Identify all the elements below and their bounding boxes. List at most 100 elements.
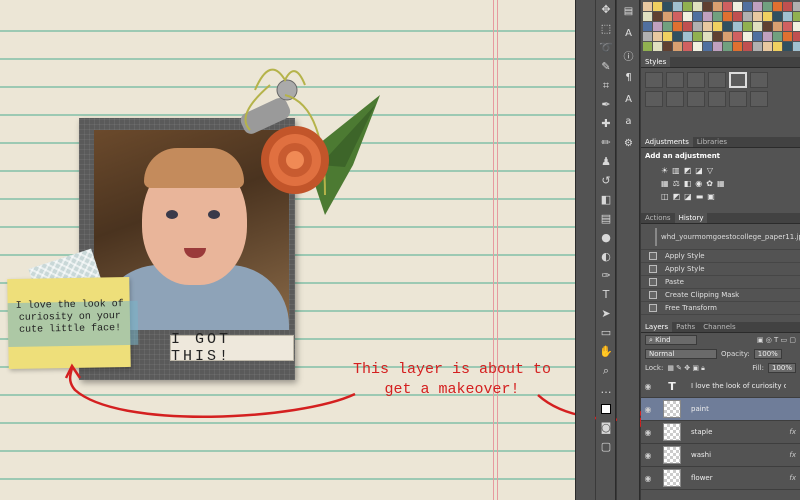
kind-filter-dropdown[interactable]: ⌕ Kind — [645, 335, 697, 345]
dodge-tool-icon[interactable]: ◐ — [596, 247, 616, 266]
color-swatch[interactable] — [683, 2, 692, 11]
color-swatch[interactable] — [663, 2, 672, 11]
selective-color-icon[interactable]: ▣ — [707, 192, 715, 201]
color-swatch[interactable] — [783, 2, 792, 11]
color-swatch[interactable] — [653, 12, 662, 21]
crop-tool-icon[interactable]: ⌗ — [596, 76, 616, 95]
history-brush-tool-icon[interactable]: ↺ — [596, 171, 616, 190]
color-swatch[interactable] — [663, 42, 672, 51]
color-swatch[interactable] — [673, 2, 682, 11]
color-swatch[interactable] — [663, 32, 672, 41]
color-swatch[interactable] — [733, 42, 742, 51]
history-icon[interactable]: ▤ — [617, 0, 640, 22]
color-swatch[interactable] — [703, 42, 712, 51]
brightness-icon[interactable]: ☀ — [661, 166, 668, 175]
gradient-tool-icon[interactable]: ▤ — [596, 209, 616, 228]
gradient-map-icon[interactable]: ▬ — [696, 192, 704, 201]
color-swatch[interactable] — [723, 42, 732, 51]
history-item[interactable]: Paste — [641, 276, 800, 289]
color-swatch[interactable] — [693, 42, 702, 51]
paragraph-icon[interactable]: ¶ — [617, 66, 640, 88]
color-swatch[interactable] — [683, 22, 692, 31]
color-swatch[interactable] — [643, 12, 652, 21]
color-swatch[interactable] — [753, 22, 762, 31]
history-snapshot[interactable]: whd_yourmomgoestocollege_paper11.jpg — [641, 224, 800, 250]
color-swatch[interactable] — [683, 32, 692, 41]
blend-mode-select[interactable]: Normal — [645, 349, 717, 359]
history-item[interactable]: Create Clipping Mask — [641, 289, 800, 302]
posterize-icon[interactable]: ◩ — [673, 192, 681, 201]
visibility-eye-icon[interactable]: ◉ — [641, 405, 655, 414]
layer-row-paint[interactable]: ◉ paint — [641, 398, 800, 421]
filter-icons[interactable]: ▣ ◎ T ▭ ▢ — [757, 336, 796, 344]
color-swatch[interactable] — [673, 32, 682, 41]
type-icon[interactable]: A — [617, 88, 640, 110]
color-swatch[interactable] — [773, 12, 782, 21]
color-swatch[interactable] — [743, 12, 752, 21]
style-preset[interactable] — [729, 72, 747, 88]
layer-row-staple[interactable]: ◉ staple fx — [641, 421, 800, 444]
clone-stamp-tool-icon[interactable]: ♟ — [596, 152, 616, 171]
layer-fx-icon[interactable]: fx — [789, 451, 796, 459]
color-swatch[interactable] — [773, 32, 782, 41]
color-swatch[interactable] — [703, 12, 712, 21]
color-swatch[interactable] — [673, 42, 682, 51]
style-preset[interactable] — [645, 91, 663, 107]
layer-fx-icon[interactable]: fx — [789, 474, 796, 482]
color-swatch[interactable] — [713, 32, 722, 41]
tab-paths[interactable]: Paths — [672, 322, 699, 332]
pen-tool-icon[interactable]: ✑ — [596, 266, 616, 285]
color-swatch[interactable] — [783, 12, 792, 21]
photo-filter-icon[interactable]: ◉ — [695, 179, 702, 188]
color-swatch[interactable] — [683, 42, 692, 51]
color-swatch[interactable] — [693, 22, 702, 31]
color-swatch[interactable] — [723, 12, 732, 21]
type-tool-icon[interactable]: T — [596, 285, 616, 304]
glyphs-icon[interactable]: a — [617, 110, 640, 132]
style-preset[interactable] — [708, 72, 726, 88]
color-swatch[interactable] — [783, 22, 792, 31]
color-swatch[interactable] — [763, 22, 772, 31]
info-icon[interactable]: ⓘ — [617, 44, 640, 66]
color-swatch[interactable] — [793, 2, 800, 11]
lasso-tool-icon[interactable]: ➰ — [596, 38, 616, 57]
color-swatch[interactable] — [673, 12, 682, 21]
marquee-tool-icon[interactable]: ⬚ — [596, 19, 616, 38]
color-swatch[interactable] — [733, 32, 742, 41]
style-preset[interactable] — [666, 91, 684, 107]
tab-layers[interactable]: Layers — [641, 322, 673, 332]
color-swatch[interactable] — [753, 42, 762, 51]
style-preset[interactable] — [687, 91, 705, 107]
fill-field[interactable]: 100% — [767, 363, 796, 373]
hand-tool-icon[interactable]: ✋ — [596, 342, 616, 361]
color-swatch[interactable] — [643, 2, 652, 11]
visibility-eye-icon[interactable]: ◉ — [641, 451, 655, 460]
more-tools-icon[interactable]: … — [596, 380, 616, 399]
color-swatch[interactable] — [723, 2, 732, 11]
hue-icon[interactable]: ▦ — [661, 179, 669, 188]
color-swatch[interactable] — [693, 2, 702, 11]
tab-styles[interactable]: Styles — [641, 57, 671, 67]
history-item[interactable]: Apply Style — [641, 263, 800, 276]
color-swatch[interactable] — [763, 42, 772, 51]
layer-row-washi[interactable]: ◉ washi fx — [641, 444, 800, 467]
layer-row-text[interactable]: ◉ T I love the look of curiosity on your… — [641, 375, 800, 398]
color-swatch[interactable] — [753, 32, 762, 41]
color-swatch[interactable] — [703, 2, 712, 11]
color-swatch[interactable] — [693, 32, 702, 41]
quick-mask-icon[interactable]: ◙ — [596, 418, 616, 437]
visibility-eye-icon[interactable]: ◉ — [641, 382, 655, 391]
color-swatch[interactable] — [733, 22, 742, 31]
history-item[interactable]: Apply Style — [641, 250, 800, 263]
color-swatch[interactable] — [793, 12, 800, 21]
color-swatch[interactable] — [653, 22, 662, 31]
move-tool-icon[interactable]: ✥ — [596, 0, 616, 19]
color-swatch[interactable] — [693, 12, 702, 21]
color-swatch[interactable] — [743, 22, 752, 31]
tab-actions[interactable]: Actions — [641, 213, 675, 223]
style-preset[interactable] — [750, 91, 768, 107]
color-swatch[interactable] — [763, 2, 772, 11]
color-swatch[interactable] — [783, 42, 792, 51]
style-preset[interactable] — [729, 91, 747, 107]
tab-libraries[interactable]: Libraries — [693, 137, 731, 147]
